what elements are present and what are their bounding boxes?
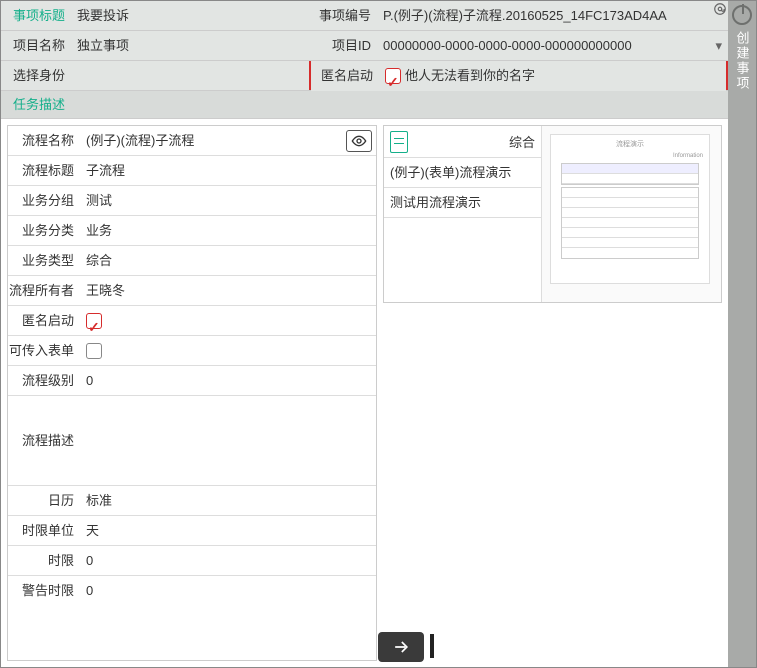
drag-handle[interactable]	[430, 634, 434, 658]
biz-group-label: 业务分组	[8, 186, 80, 216]
item-title-label: 事项标题	[1, 1, 71, 30]
row-biz-type: 业务类型 综合	[8, 246, 376, 276]
forms-header: 综合	[384, 126, 541, 158]
list-item[interactable]: 测试用流程演示	[384, 188, 541, 218]
row-calendar: 日历 标准	[8, 486, 376, 516]
header-section: 事项标题 我要投诉 事项编号 P.(例子)(流程)子流程.20160525_14…	[1, 1, 728, 119]
biz-type-value: 综合	[80, 246, 376, 276]
anonymous-start-value	[80, 306, 376, 336]
task-description-label: 任务描述	[1, 91, 728, 119]
project-name-label: 项目名称	[1, 31, 71, 60]
project-id-value: 00000000-0000-0000-0000-000000000000	[377, 31, 709, 60]
preview-sheet: 流程演示 Information	[550, 134, 710, 284]
process-name-label: 流程名称	[8, 126, 80, 156]
expand-handle[interactable]	[378, 632, 424, 662]
anonymous-highlight-box: 匿名启动 他人无法看到你的名字	[309, 61, 728, 90]
row-warn-limit: 警告时限 0	[8, 576, 376, 606]
header-row-1: 事项标题 我要投诉 事项编号 P.(例子)(流程)子流程.20160525_14…	[1, 1, 728, 31]
owner-label: 流程所有者	[8, 276, 80, 306]
row-time-unit: 时限单位 天	[8, 516, 376, 546]
pass-form-checkbox[interactable]	[86, 343, 102, 359]
owner-value: 王晓冬	[80, 276, 376, 306]
row-anonymous: 匿名启动	[8, 306, 376, 336]
row-level: 流程级别 0	[8, 366, 376, 396]
process-title-label: 流程标题	[8, 156, 80, 186]
time-unit-label: 时限单位	[8, 516, 80, 546]
biz-category-label: 业务分类	[8, 216, 80, 246]
time-unit-value: 天	[80, 516, 376, 546]
row-biz-group: 业务分组 测试	[8, 186, 376, 216]
biz-type-label: 业务类型	[8, 246, 80, 276]
item-number-value: P.(例子)(流程)子流程.20160525_14FC173AD4AA	[377, 1, 708, 30]
calendar-value: 标准	[80, 486, 376, 516]
row-time-limit: 时限 0	[8, 546, 376, 576]
biz-group-value: 测试	[80, 186, 376, 216]
forms-panel: 综合 (例子)(表单)流程演示 测试用流程演示 流程演示 Information	[383, 125, 722, 303]
forms-tag: 综合	[509, 132, 535, 151]
row-owner: 流程所有者 王晓冬	[8, 276, 376, 306]
header-row-3: 选择身份 匿名启动 他人无法看到你的名字	[1, 61, 728, 91]
level-value: 0	[80, 366, 376, 396]
identity-value	[71, 61, 309, 90]
row-process-title: 流程标题 子流程	[8, 156, 376, 186]
biz-category-value: 业务	[80, 216, 376, 246]
project-id-label: 项目ID	[309, 31, 377, 60]
body-section: 流程名称 (例子)(流程)子流程 流程标题 子流程 业务分组 测试 业务分类 业…	[1, 119, 728, 667]
document-icon	[390, 131, 408, 153]
anonymous-label: 匿名启动	[311, 61, 379, 91]
row-biz-category: 业务分类 业务	[8, 216, 376, 246]
forms-list: 综合 (例子)(表单)流程演示 测试用流程演示	[384, 126, 541, 302]
form-preview: 流程演示 Information	[541, 126, 721, 302]
warn-limit-value: 0	[80, 576, 376, 606]
process-details-table: 流程名称 (例子)(流程)子流程 流程标题 子流程 业务分组 测试 业务分类 业…	[7, 125, 377, 661]
row-process-name: 流程名称 (例子)(流程)子流程	[8, 126, 376, 156]
pass-form-label: 可传入表单	[8, 336, 80, 366]
sidebar-create-item[interactable]: 创建事项	[733, 31, 752, 91]
preview-title: 流程演示	[551, 135, 709, 153]
anonymous-start-checkbox[interactable]	[86, 313, 102, 329]
header-row-2: 项目名称 独立事项 项目ID 00000000-0000-0000-0000-0…	[1, 31, 728, 61]
eye-icon[interactable]	[346, 130, 372, 152]
chevron-down-icon[interactable]: ▾	[709, 31, 728, 60]
pass-form-value	[80, 336, 376, 366]
anonymous-value-cell: 他人无法看到你的名字	[379, 61, 726, 91]
process-name-value: (例子)(流程)子流程	[80, 126, 346, 156]
item-number-label: 事项编号	[309, 1, 377, 30]
row-pass-form: 可传入表单	[8, 336, 376, 366]
time-limit-label: 时限	[8, 546, 80, 576]
item-title-value: 我要投诉	[71, 1, 309, 30]
list-item[interactable]: (例子)(表单)流程演示	[384, 158, 541, 188]
description-label: 流程描述	[8, 426, 80, 456]
warn-limit-label: 警告时限	[8, 576, 80, 606]
row-description: 流程描述	[8, 396, 376, 486]
project-name-value: 独立事项	[71, 31, 309, 60]
preview-sub: Information	[551, 153, 709, 161]
anonymous-start-label: 匿名启动	[8, 306, 80, 336]
at-icon[interactable]	[712, 1, 728, 17]
power-icon[interactable]	[732, 5, 752, 25]
anonymous-checkbox[interactable]	[385, 68, 401, 84]
time-limit-value: 0	[80, 546, 376, 576]
process-title-value: 子流程	[80, 156, 376, 186]
calendar-label: 日历	[8, 486, 80, 516]
identity-label: 选择身份	[1, 61, 71, 90]
level-label: 流程级别	[8, 366, 80, 396]
sidebar: 创建事项	[728, 1, 756, 667]
anonymous-hint: 他人无法看到你的名字	[405, 61, 535, 91]
